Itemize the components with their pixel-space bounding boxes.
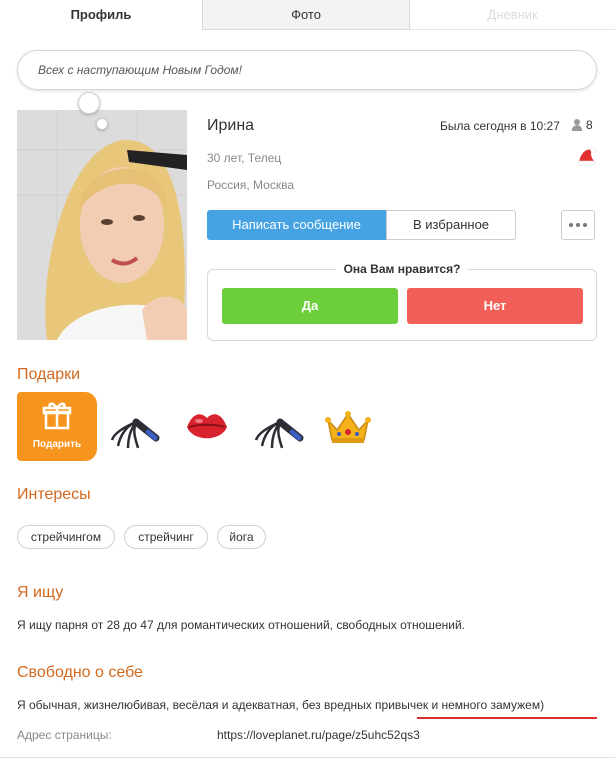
red-underline-annotation	[417, 717, 597, 719]
more-dots-icon	[583, 223, 587, 227]
whip-gift-icon[interactable]	[252, 402, 304, 452]
give-gift-button[interactable]: Подарить	[17, 392, 97, 461]
tab-profile[interactable]: Профиль	[0, 0, 203, 30]
photo-slider-handle[interactable]	[78, 92, 100, 114]
crown-gift-icon[interactable]	[322, 402, 374, 452]
gifts-title: Подарки	[17, 366, 81, 383]
friends-count: 8	[586, 118, 593, 132]
tab-photo[interactable]: Фото	[203, 0, 410, 30]
profile-location: Россия, Москва	[207, 178, 294, 192]
status-message-box: Всех с наступающим Новым Годом!	[17, 50, 597, 90]
seeking-title: Я ищу	[17, 584, 64, 601]
bottom-divider	[0, 757, 615, 758]
photo-slider-dot[interactable]	[96, 118, 108, 130]
seeking-text: Я ищу парня от 28 до 47 для романтически…	[17, 618, 465, 632]
interest-tag[interactable]: стрейчинг	[124, 525, 208, 549]
like-question: Она Вам нравится?	[335, 262, 469, 276]
interest-tag[interactable]: йога	[217, 525, 266, 549]
profile-age-sign: 30 лет, Телец	[207, 151, 282, 165]
add-to-favorites-button[interactable]: В избранное	[386, 210, 516, 240]
santa-hat-icon[interactable]	[577, 146, 597, 166]
gift-box-icon	[42, 402, 72, 430]
like-yes-button[interactable]: Да	[222, 288, 398, 324]
give-gift-label: Подарить	[32, 439, 82, 450]
status-text: Всех с наступающим Новым Годом!	[38, 63, 242, 77]
page-address-link[interactable]: https://loveplanet.ru/page/z5uhc52qs3	[217, 728, 420, 742]
like-question-box: Она Вам нравится? Да Нет	[207, 262, 597, 341]
profile-photo[interactable]	[17, 110, 187, 340]
profile-name: Ирина	[207, 117, 255, 134]
interests-title: Интересы	[17, 486, 91, 503]
tab-diary: Дневник	[410, 0, 615, 30]
last-seen-status: Была сегодня в 10:27	[440, 119, 560, 133]
friends-counter[interactable]: 8	[572, 118, 593, 132]
like-no-button[interactable]: Нет	[407, 288, 583, 324]
person-icon	[572, 119, 582, 131]
more-dots-icon	[569, 223, 573, 227]
whip-gift-icon[interactable]	[108, 402, 160, 452]
more-options-button[interactable]	[561, 210, 595, 240]
profile-photo-image	[17, 110, 187, 340]
profile-tabs: Профиль Фото Дневник	[0, 0, 615, 30]
about-text: Я обычная, жизнелюбивая, весёлая и адекв…	[17, 698, 545, 712]
more-dots-icon	[576, 223, 580, 227]
lips-gift-icon[interactable]	[181, 402, 233, 452]
interest-tag[interactable]: стрейчингом	[17, 525, 115, 549]
about-title: Свободно о себе	[17, 664, 143, 681]
page-address-label: Адрес страницы:	[17, 728, 112, 742]
send-message-button[interactable]: Написать сообщение	[207, 210, 386, 240]
